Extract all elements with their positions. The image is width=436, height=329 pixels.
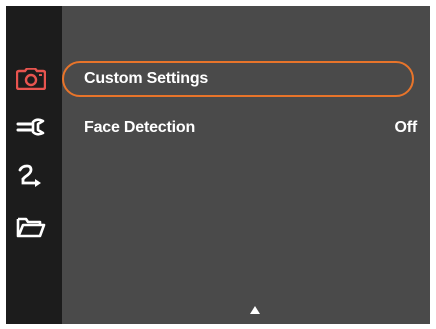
sidebar xyxy=(6,6,62,324)
folder-icon[interactable] xyxy=(14,212,48,242)
wrench-icon[interactable] xyxy=(14,112,48,142)
menu-item-value: Off xyxy=(394,119,417,136)
menu-item-label: Custom Settings xyxy=(84,70,209,87)
camera-menu-screen: Custom Settings Face Detection Off xyxy=(6,6,430,324)
camera-icon[interactable] xyxy=(14,64,48,94)
transfer-icon[interactable] xyxy=(14,162,48,192)
menu-item-face-detection[interactable]: Face Detection Off xyxy=(62,110,417,146)
menu-item-label: Face Detection xyxy=(84,119,196,136)
up-arrow-icon[interactable] xyxy=(250,306,260,314)
menu-item-custom-settings[interactable]: Custom Settings xyxy=(62,61,414,97)
